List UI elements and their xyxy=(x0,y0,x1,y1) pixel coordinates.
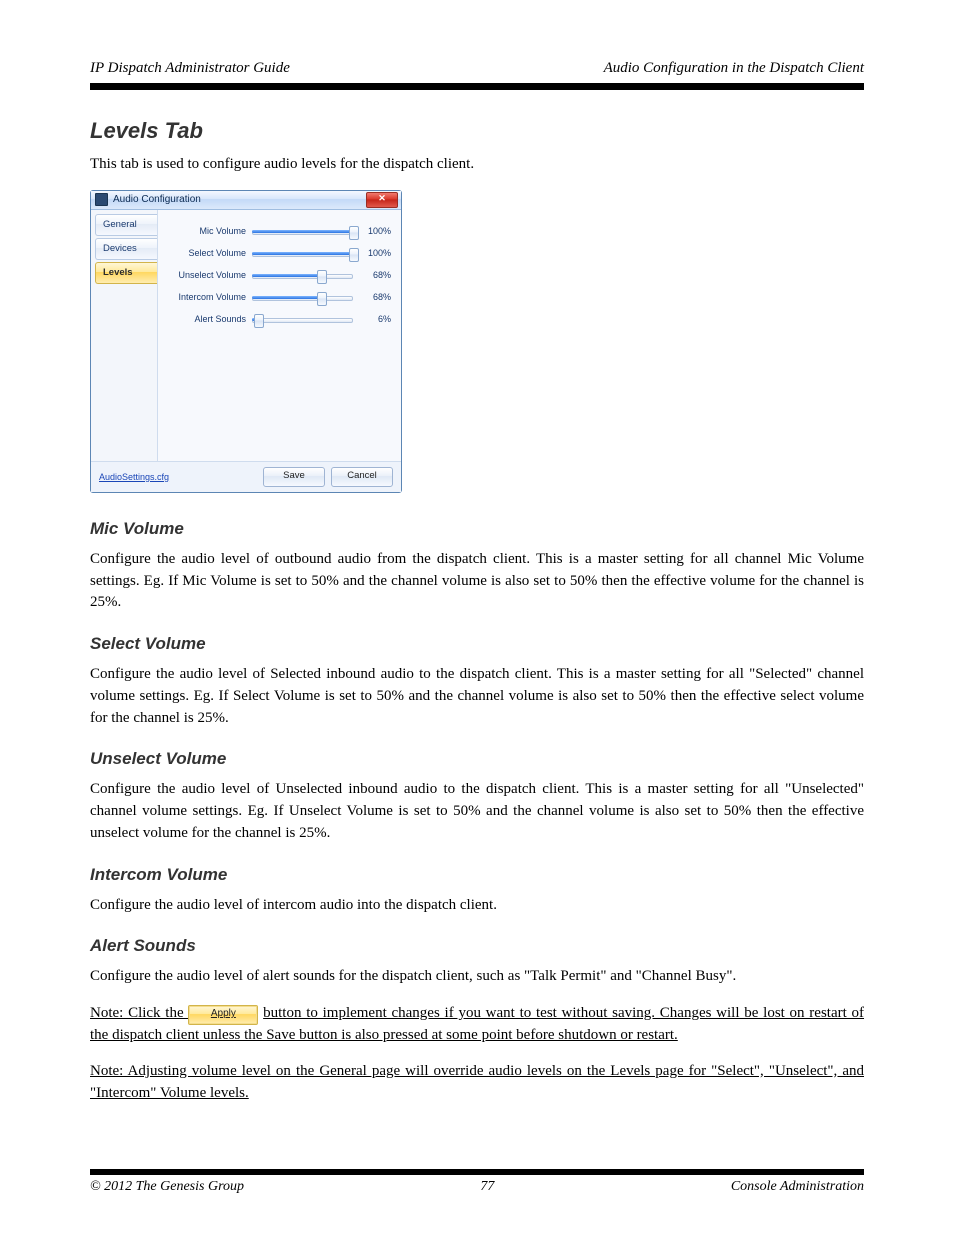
field-select-desc: Configure the audio level of Selected in… xyxy=(90,664,864,729)
slider-value: 68% xyxy=(353,292,391,302)
slider-label: Select Volume xyxy=(160,248,252,258)
slider-row: Mic Volume100% xyxy=(160,220,391,242)
slider-track[interactable] xyxy=(252,226,353,236)
apply-button[interactable]: Apply xyxy=(188,1005,258,1025)
field-unselect-desc: Configure the audio level of Unselected … xyxy=(90,779,864,844)
footer-rule xyxy=(90,1169,864,1175)
slider-row: Unselect Volume 68% xyxy=(160,264,391,286)
dialog-titlebar[interactable]: Audio Configuration ✕ xyxy=(91,191,401,210)
slider-track[interactable] xyxy=(252,292,353,302)
tab-general[interactable]: General xyxy=(95,214,157,236)
app-icon xyxy=(95,193,108,206)
slider-track[interactable] xyxy=(252,270,353,280)
slider-row: Alert Sounds 6% xyxy=(160,308,391,330)
audio-config-dialog: Audio Configuration ✕ General Devices Le… xyxy=(90,190,402,493)
tab-list: General Devices Levels xyxy=(91,210,157,461)
apply-note: Note: Click the Apply button to implemen… xyxy=(90,1002,864,1047)
settings-file-link[interactable]: AudioSettings.cfg xyxy=(99,472,169,482)
apply-note-before: Note: Click the xyxy=(90,1005,188,1021)
slider-label: Intercom Volume xyxy=(160,292,252,302)
tab-levels[interactable]: Levels xyxy=(95,262,157,284)
slider-thumb[interactable] xyxy=(317,270,327,284)
field-intercom-heading: Intercom Volume xyxy=(90,865,864,885)
slider-value: 68% xyxy=(353,270,391,280)
slider-label: Unselect Volume xyxy=(160,270,252,280)
field-select-heading: Select Volume xyxy=(90,634,864,654)
slider-track[interactable] xyxy=(252,314,353,324)
slider-row: Intercom Volume 68% xyxy=(160,286,391,308)
slider-thumb[interactable] xyxy=(349,226,359,240)
slider-label: Alert Sounds xyxy=(160,314,252,324)
header-left: IP Dispatch Administrator Guide xyxy=(90,60,290,77)
cancel-button[interactable]: Cancel xyxy=(331,467,393,487)
header-rule xyxy=(90,83,864,90)
footer-center: 77 xyxy=(480,1179,494,1195)
field-mic-heading: Mic Volume xyxy=(90,519,864,539)
header-right: Audio Configuration in the Dispatch Clie… xyxy=(604,60,864,77)
slider-thumb[interactable] xyxy=(317,292,327,306)
slider-value: 6% xyxy=(353,314,391,324)
field-alert-heading: Alert Sounds xyxy=(90,936,864,956)
field-mic-desc: Configure the audio level of outbound au… xyxy=(90,549,864,614)
slider-thumb[interactable] xyxy=(349,248,359,262)
footer-left: © 2012 The Genesis Group xyxy=(90,1179,244,1195)
dialog-title: Audio Configuration xyxy=(113,194,366,205)
tab-devices[interactable]: Devices xyxy=(95,238,157,260)
apply-button-label: Apply xyxy=(211,1008,236,1019)
slider-row: Select Volume100% xyxy=(160,242,391,264)
save-button[interactable]: Save xyxy=(263,467,325,487)
levels-panel: Mic Volume100%Select Volume100%Unselect … xyxy=(157,210,401,461)
field-unselect-heading: Unselect Volume xyxy=(90,749,864,769)
field-intercom-desc: Configure the audio level of intercom au… xyxy=(90,895,864,917)
slider-thumb[interactable] xyxy=(254,314,264,328)
slider-track[interactable] xyxy=(252,248,353,258)
section-subtitle: This tab is used to configure audio leve… xyxy=(90,154,864,176)
slider-label: Mic Volume xyxy=(160,226,252,236)
close-icon[interactable]: ✕ xyxy=(366,192,398,208)
field-alert-desc: Configure the audio level of alert sound… xyxy=(90,966,864,988)
override-note: Note: Adjusting volume level on the Gene… xyxy=(90,1061,864,1105)
footer-right: Console Administration xyxy=(731,1179,864,1195)
section-title: Levels Tab xyxy=(90,118,864,144)
